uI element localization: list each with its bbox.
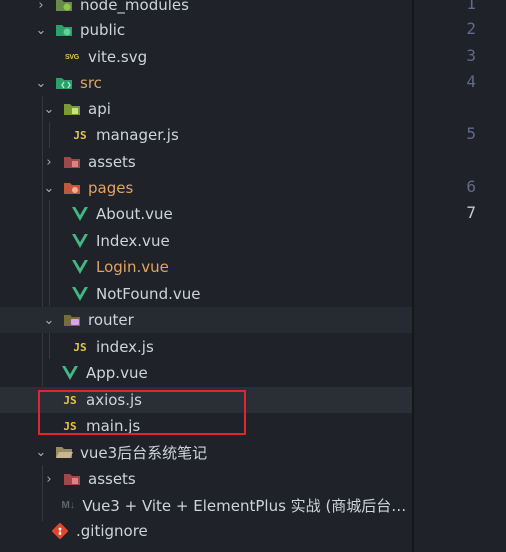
tree-item-label: NotFound.vue bbox=[96, 285, 201, 303]
tree-item-label: pages bbox=[88, 179, 134, 197]
tree-item-about-vue[interactable]: About.vue bbox=[0, 201, 412, 227]
folder-src-icon bbox=[54, 73, 74, 93]
tree-item-label: node_modules bbox=[80, 0, 189, 14]
tree-item-login-vue[interactable]: Login.vue 6 bbox=[0, 254, 412, 280]
editor-gutter: 1 2 3 4 5 6 7 bbox=[414, 0, 506, 552]
folder-public-icon bbox=[54, 20, 74, 40]
javascript-file-icon: JS bbox=[73, 128, 87, 142]
vue-file-icon bbox=[60, 363, 80, 383]
svg-file-icon: SVG bbox=[65, 53, 79, 61]
folder-assets-icon bbox=[62, 469, 82, 489]
tree-item-gitignore[interactable]: .gitignore bbox=[0, 518, 412, 544]
tree-item-label: manager.js bbox=[96, 126, 179, 144]
line-number: 3 bbox=[466, 46, 476, 65]
chevron-down-icon: ⌄ bbox=[43, 101, 55, 117]
vue-file-icon bbox=[70, 284, 90, 304]
tree-item-notes-md[interactable]: M↓ Vue3 + Vite + ElementPlus 实战 (商城后台管理系… bbox=[0, 492, 412, 518]
tree-item-manager-js[interactable]: JS manager.js bbox=[0, 122, 412, 148]
tree-item-notfound-vue[interactable]: NotFound.vue bbox=[0, 281, 412, 307]
tree-item-label: src bbox=[80, 74, 102, 92]
vue-file-icon bbox=[70, 231, 90, 251]
tree-item-app-vue[interactable]: App.vue bbox=[0, 360, 412, 386]
tree-item-label: assets bbox=[88, 153, 136, 171]
tree-item-label: App.vue bbox=[86, 364, 148, 382]
tree-item-label: Vue3 + Vite + ElementPlus 实战 (商城后台管理系统).… bbox=[82, 496, 412, 515]
chevron-right-icon: › bbox=[38, 0, 44, 13]
tree-item-label: Login.vue bbox=[96, 258, 169, 276]
file-icon bbox=[50, 548, 70, 552]
tree-item-index-js[interactable]: JS index.js bbox=[0, 334, 412, 360]
highlight-box bbox=[38, 390, 246, 435]
line-number: 5 bbox=[466, 124, 476, 143]
tree-item-label: index.js bbox=[96, 338, 154, 356]
tree-item-next[interactable] bbox=[0, 545, 412, 552]
line-number: 2 bbox=[466, 19, 476, 38]
tree-item-notes-folder[interactable]: ⌄ vue3后台系统笔记 bbox=[0, 439, 412, 465]
tree-item-public[interactable]: ⌄ public bbox=[0, 17, 412, 43]
line-number: 4 bbox=[466, 72, 476, 91]
tree-item-index-vue[interactable]: Index.vue bbox=[0, 228, 412, 254]
folder-pages-icon bbox=[62, 178, 82, 198]
line-number: 1 bbox=[466, 0, 476, 13]
tree-item-label: router bbox=[88, 311, 134, 329]
line-number: 6 bbox=[466, 177, 476, 196]
tree-item-api[interactable]: ⌄ api bbox=[0, 96, 412, 122]
tree-item-router[interactable]: ⌄ router bbox=[0, 307, 412, 333]
chevron-down-icon: ⌄ bbox=[43, 312, 55, 328]
tree-item-label: api bbox=[88, 100, 111, 118]
chevron-down-icon: ⌄ bbox=[43, 180, 55, 196]
tree-item-label: .gitignore bbox=[76, 522, 148, 540]
tree-item-assets[interactable]: › assets bbox=[0, 149, 412, 175]
chevron-down-icon: ⌄ bbox=[35, 75, 47, 91]
tree-item-label: Index.vue bbox=[96, 232, 170, 250]
git-icon bbox=[50, 521, 70, 541]
vue-file-icon bbox=[70, 204, 90, 224]
chevron-right-icon: › bbox=[46, 471, 52, 487]
folder-assets-icon bbox=[62, 152, 82, 172]
javascript-file-icon: JS bbox=[73, 340, 87, 354]
folder-open-icon bbox=[54, 442, 74, 462]
file-explorer: › node_modules ⌄ public SVG vite.svg ⌄ s… bbox=[0, 0, 412, 552]
tree-item-label: vite.svg bbox=[88, 48, 148, 66]
tree-item-src[interactable]: ⌄ src bbox=[0, 70, 412, 96]
chevron-down-icon: ⌄ bbox=[35, 22, 47, 38]
tree-item-label: vue3后台系统笔记 bbox=[80, 443, 208, 462]
folder-node-icon bbox=[54, 0, 74, 15]
tree-item-pages[interactable]: ⌄ pages bbox=[0, 175, 412, 201]
line-number-active: 7 bbox=[466, 203, 476, 222]
tree-item-node-modules[interactable]: › node_modules bbox=[0, 0, 412, 18]
vue-file-icon bbox=[70, 257, 90, 277]
chevron-right-icon: › bbox=[46, 154, 52, 170]
markdown-file-icon: M↓ bbox=[61, 499, 75, 511]
tree-item-label: public bbox=[80, 21, 126, 39]
tree-item-vite-svg[interactable]: SVG vite.svg bbox=[0, 44, 412, 70]
tree-item-notes-assets[interactable]: › assets bbox=[0, 466, 412, 492]
chevron-down-icon: ⌄ bbox=[35, 444, 47, 460]
tree-item-label: assets bbox=[88, 470, 136, 488]
tree-item-label: About.vue bbox=[96, 205, 173, 223]
folder-router-icon bbox=[62, 310, 82, 330]
folder-api-icon bbox=[62, 99, 82, 119]
